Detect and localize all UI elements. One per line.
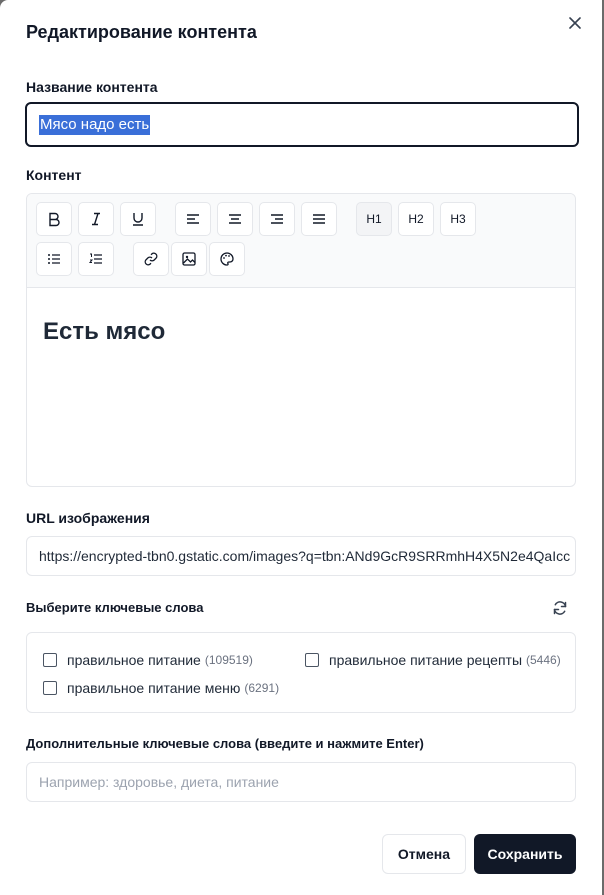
keyword-label: правильное питание — [67, 652, 201, 668]
image-button[interactable] — [171, 242, 207, 276]
heading-3-label: H3 — [450, 212, 466, 226]
checkbox[interactable] — [305, 653, 319, 667]
heading-1-button[interactable]: H1 — [356, 202, 392, 236]
link-button[interactable] — [133, 242, 169, 276]
dialog-title: Редактирование контента — [26, 22, 257, 42]
palette-icon — [220, 252, 234, 266]
content-label: Контент — [26, 167, 82, 183]
keyword-count: (5446) — [526, 653, 561, 667]
align-left-icon — [187, 214, 199, 224]
keyword-option[interactable]: правильное питание рецепты (5446) — [305, 652, 561, 668]
underline-icon — [133, 213, 143, 226]
keyword-count: (109519) — [204, 653, 253, 667]
image-icon — [182, 252, 196, 266]
align-right-icon — [271, 214, 283, 224]
italic-button[interactable] — [78, 202, 114, 236]
keywords-label: Выберите ключевые слова — [26, 600, 204, 615]
image-url-value: https://encrypted-tbn0.gstatic.com/image… — [39, 548, 571, 564]
align-center-button[interactable] — [217, 202, 253, 236]
image-url-input[interactable]: https://encrypted-tbn0.gstatic.com/image… — [26, 536, 576, 576]
italic-icon — [92, 212, 100, 226]
align-center-icon — [229, 214, 241, 224]
ordered-list-button[interactable] — [78, 242, 114, 276]
keyword-label: правильное питание рецепты — [329, 652, 523, 668]
align-justify-icon — [313, 214, 325, 224]
editor-body-heading[interactable]: Есть мясо — [43, 318, 165, 346]
underline-button[interactable] — [120, 202, 156, 236]
checkbox[interactable] — [43, 653, 57, 667]
rich-text-editor[interactable]: H1 H2 H3 Есть мясо — [26, 193, 576, 487]
bullet-list-button[interactable] — [36, 242, 72, 276]
keyword-label: правильное питание меню — [67, 680, 241, 696]
link-icon — [144, 252, 158, 266]
image-url-label: URL изображения — [26, 510, 150, 526]
align-right-button[interactable] — [259, 202, 295, 236]
keyword-option[interactable]: правильное питание (109519) — [43, 652, 253, 668]
content-name-value: Мясо надо есть — [39, 114, 151, 135]
align-justify-button[interactable] — [301, 202, 337, 236]
ordered-list-icon — [88, 253, 102, 264]
checkbox[interactable] — [43, 681, 57, 695]
bold-icon — [49, 212, 60, 227]
keyword-count: (6291) — [244, 681, 280, 695]
save-button[interactable]: Сохранить — [474, 834, 576, 874]
heading-3-button[interactable]: H3 — [440, 202, 476, 236]
heading-1-label: H1 — [366, 212, 382, 226]
bullet-list-icon — [48, 254, 60, 264]
close-icon — [569, 17, 581, 29]
content-name-label: Название контента — [26, 79, 158, 95]
bold-button[interactable] — [36, 202, 72, 236]
heading-2-label: H2 — [408, 212, 424, 226]
heading-2-button[interactable]: H2 — [398, 202, 434, 236]
extra-keywords-label: Дополнительные ключевые слова (введите и… — [26, 736, 424, 751]
keyword-option[interactable]: правильное питание меню (6291) — [43, 680, 279, 696]
cancel-button[interactable]: Отмена — [382, 834, 466, 874]
extra-keywords-placeholder: Например: здоровье, диета, питание — [39, 774, 279, 790]
close-button[interactable] — [564, 12, 586, 34]
keywords-list: правильное питание (109519) правильное п… — [26, 632, 576, 713]
editor-toolbar: H1 H2 H3 — [27, 194, 575, 288]
align-left-button[interactable] — [175, 202, 211, 236]
content-name-input[interactable]: Мясо надо есть — [25, 102, 579, 147]
color-palette-button[interactable] — [209, 242, 245, 276]
refresh-keywords-button[interactable] — [550, 598, 570, 618]
extra-keywords-input[interactable]: Например: здоровье, диета, питание — [26, 762, 576, 802]
refresh-icon — [553, 601, 567, 615]
edit-content-dialog: Редактирование контента Название контент… — [0, 0, 602, 895]
